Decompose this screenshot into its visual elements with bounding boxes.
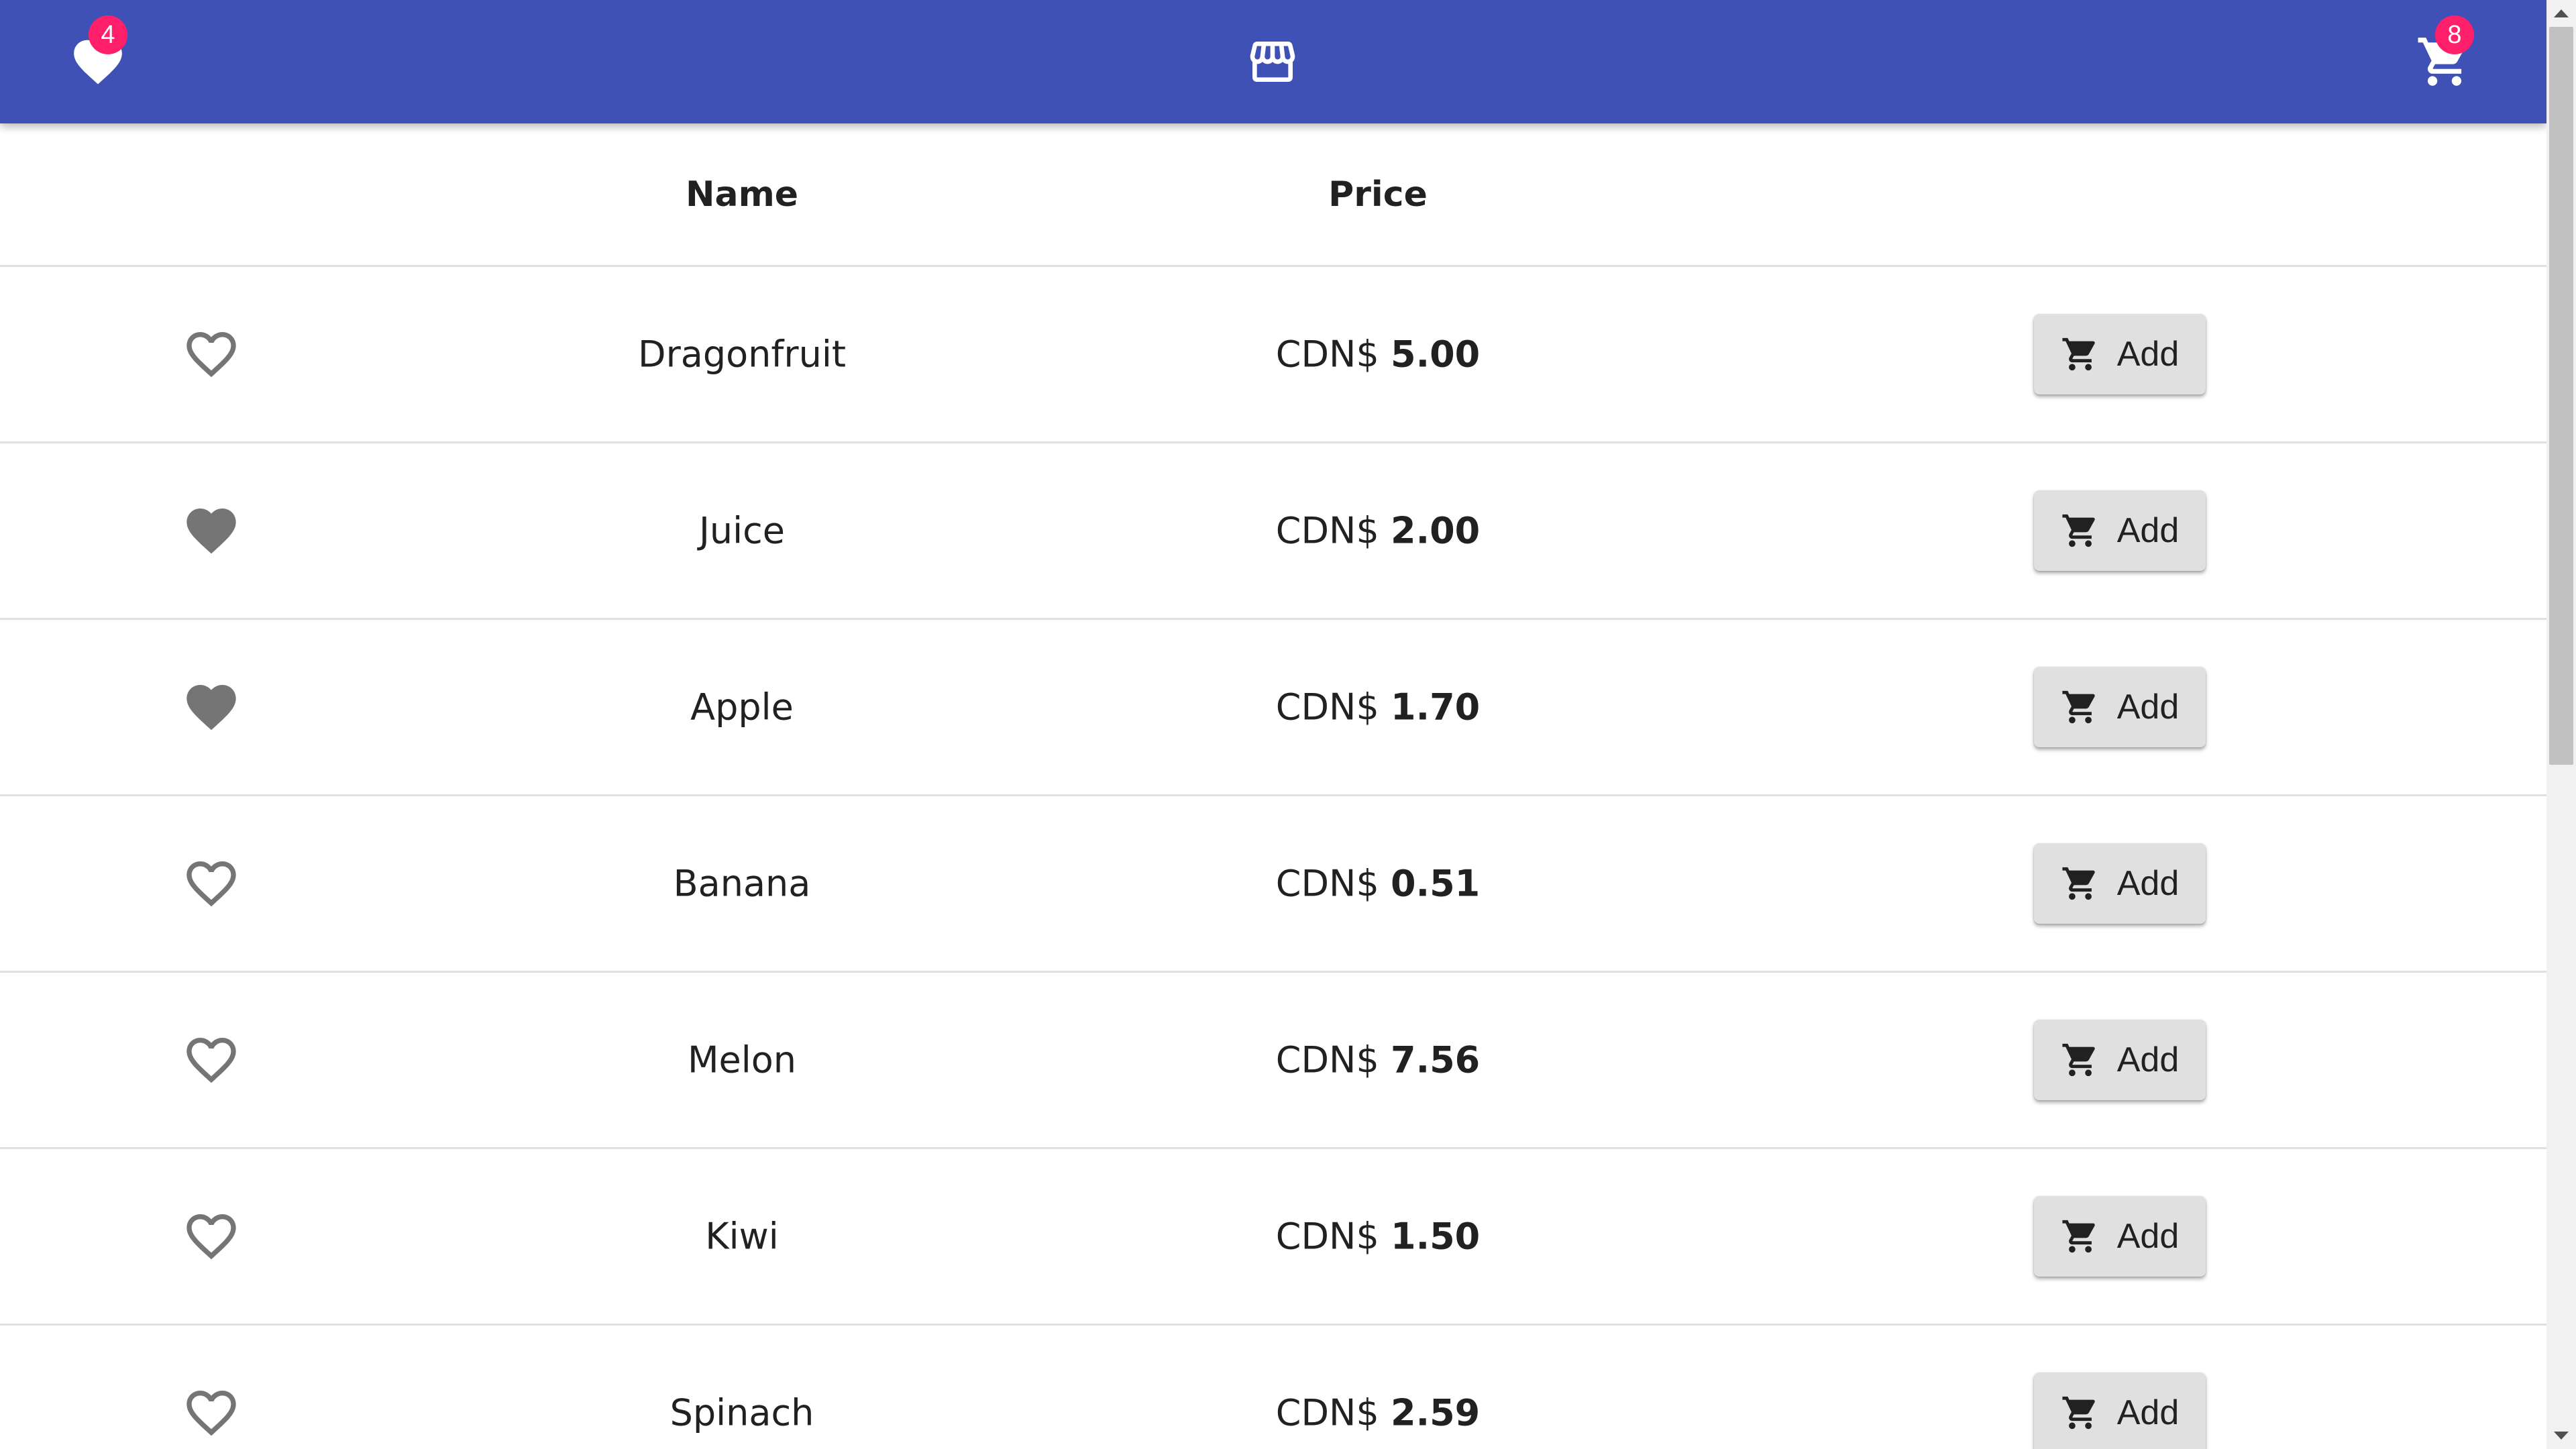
product-name: Melon [687,1038,797,1081]
add-shopping-cart-icon [2062,1220,2095,1253]
price-currency: CDN$ [1275,862,1379,905]
price-currency: CDN$ [1275,1038,1379,1081]
favorite-filled-icon [186,508,236,554]
column-header-price: Price [1328,174,1428,215]
add-to-cart-button[interactable]: Add [2034,1373,2206,1449]
add-button-label: Add [2116,1040,2180,1079]
add-to-cart-button[interactable]: Add [2034,843,2206,924]
add-shopping-cart-icon [2062,1043,2095,1077]
product-price: CDN$ 2.00 [1276,510,1480,552]
add-shopping-cart-icon [2062,1396,2095,1430]
product-price: CDN$ 0.51 [1276,863,1480,905]
price-amount: 2.00 [1390,509,1481,552]
add-button-label: Add [2116,335,2180,374]
table-row: Spinach CDN$ 2.59 Add [0,1326,2546,1449]
vertical-scrollbar[interactable] [2546,0,2576,1449]
add-to-cart-button[interactable]: Add [2034,490,2206,571]
product-price: CDN$ 1.50 [1276,1216,1480,1258]
product-name: Kiwi [705,1215,779,1258]
table-row: Melon CDN$ 7.56 Add [0,973,2546,1149]
product-name: Banana [673,862,811,905]
top-toolbar: 4 8 [0,0,2546,123]
table-header-row: Name Price [0,123,2546,267]
storefront-icon [1250,42,1295,82]
favorite-toggle-button[interactable] [171,314,252,394]
favorite-toggle-button[interactable] [171,843,252,924]
add-to-cart-button[interactable]: Add [2034,314,2206,394]
favorites-count-badge: 4 [89,15,127,54]
add-to-cart-button[interactable]: Add [2034,1020,2206,1100]
favorites-button[interactable]: 4 [36,0,160,123]
table-row: Kiwi CDN$ 1.50 Add [0,1149,2546,1326]
price-amount: 1.50 [1390,1215,1481,1258]
price-currency: CDN$ [1275,1391,1379,1434]
cart-count-badge: 8 [2435,15,2474,54]
product-name: Juice [698,509,786,552]
add-shopping-cart-icon [2062,337,2095,371]
add-button-label: Add [2116,1217,2180,1256]
price-amount: 0.51 [1390,862,1481,905]
favorite-outline-icon [186,1214,236,1260]
price-amount: 2.59 [1390,1391,1481,1434]
product-price: CDN$ 2.59 [1276,1392,1480,1434]
scroll-up-arrow[interactable] [2546,0,2576,27]
table-row: Dragonfruit CDN$ 5.00 Add [0,267,2546,443]
price-currency: CDN$ [1275,333,1379,376]
price-currency: CDN$ [1275,686,1379,729]
favorite-toggle-button[interactable] [171,667,252,747]
table-body: Dragonfruit CDN$ 5.00 Add Juice CDN$ 2.00 Add… [0,267,2546,1449]
add-shopping-cart-icon [2062,514,2095,547]
add-button-label: Add [2116,688,2180,727]
add-shopping-cart-icon [2062,690,2095,724]
add-button-label: Add [2116,864,2180,903]
price-amount: 1.70 [1390,686,1481,729]
price-amount: 5.00 [1390,333,1481,376]
product-name: Spinach [669,1391,814,1434]
price-amount: 7.56 [1390,1038,1481,1081]
favorite-toggle-button[interactable] [171,1020,252,1100]
add-button-label: Add [2116,511,2180,550]
product-price: CDN$ 7.56 [1276,1039,1480,1081]
add-to-cart-button[interactable]: Add [2034,1196,2206,1277]
product-price: CDN$ 5.00 [1276,333,1480,376]
favorite-filled-icon [186,685,236,731]
product-table: Name Price Dragonfruit CDN$ 5.00 Add Juice C… [0,123,2546,1449]
product-name: Dragonfruit [637,333,847,376]
app-window: 4 8 Name Price Dragonfruit CDN$ 5.00 Add Ju… [0,0,2546,1449]
scroll-down-arrow[interactable] [2546,1422,2576,1449]
table-row: Banana CDN$ 0.51 Add [0,796,2546,973]
favorite-toggle-button[interactable] [171,1373,252,1449]
favorite-outline-icon [186,861,236,907]
cart-button[interactable]: 8 [2383,0,2506,123]
add-shopping-cart-icon [2062,867,2095,900]
store-home-button[interactable] [1211,0,1334,123]
column-header-name: Name [685,174,799,215]
favorite-outline-icon [186,1391,236,1436]
add-button-label: Add [2116,1393,2180,1432]
table-row: Juice CDN$ 2.00 Add [0,443,2546,620]
scrollbar-thumb[interactable] [2549,27,2573,765]
table-row: Apple CDN$ 1.70 Add [0,620,2546,796]
price-currency: CDN$ [1275,509,1379,552]
favorite-toggle-button[interactable] [171,1196,252,1277]
product-price: CDN$ 1.70 [1276,686,1480,729]
add-to-cart-button[interactable]: Add [2034,667,2206,747]
favorite-toggle-button[interactable] [171,490,252,571]
price-currency: CDN$ [1275,1215,1379,1258]
favorite-outline-icon [186,332,236,378]
product-name: Apple [690,686,794,729]
favorite-outline-icon [186,1038,236,1083]
